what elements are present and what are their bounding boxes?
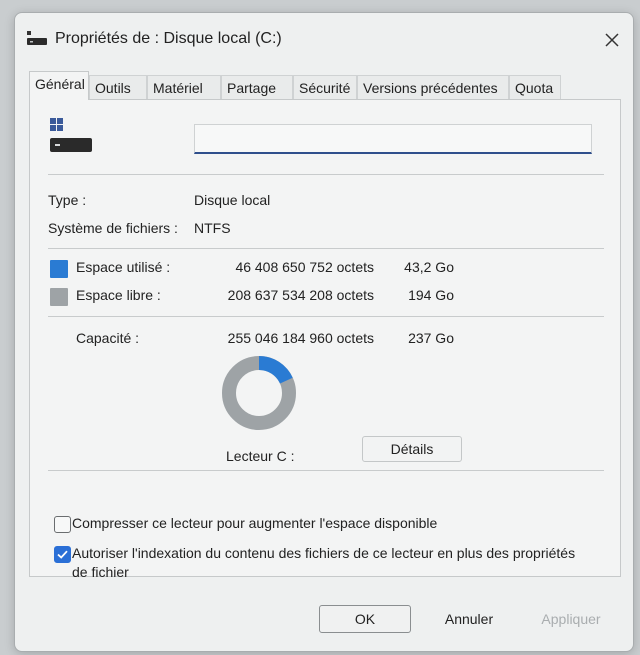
window-title: Propriétés de : Disque local (C:) <box>55 30 282 47</box>
tab-versions-precedentes[interactable]: Versions précédentes <box>357 75 509 99</box>
index-label: Autoriser l'indexation du contenu des fi… <box>72 545 576 580</box>
used-space-label: Espace utilisé : <box>76 259 171 275</box>
divider <box>48 316 604 317</box>
free-space-label: Espace libre : <box>76 287 161 303</box>
filesystem-label: Système de fichiers : <box>48 220 178 236</box>
used-space-bytes: 46 408 650 752 octets <box>235 259 374 275</box>
general-panel: Type : Disque local Système de fichiers … <box>29 99 621 580</box>
drive-icon <box>27 31 47 45</box>
ok-button[interactable]: OK <box>319 605 411 633</box>
drive-name-input[interactable] <box>194 124 592 154</box>
free-space-swatch <box>50 288 68 306</box>
filesystem-value: NTFS <box>194 220 231 236</box>
title-bar: Propriétés de : Disque local (C:) <box>15 13 633 63</box>
drive-letter-label: Lecteur C : <box>226 448 295 464</box>
compress-label: Compresser ce lecteur pour augmenter l'e… <box>72 515 438 531</box>
close-button[interactable] <box>597 25 627 55</box>
index-checkbox[interactable] <box>54 546 71 563</box>
tab-outils[interactable]: Outils <box>89 75 147 99</box>
capacity-bytes: 255 046 184 960 octets <box>227 330 374 346</box>
free-space-bytes: 208 637 534 208 octets <box>227 287 374 303</box>
divider <box>48 174 604 175</box>
tab-quota[interactable]: Quota <box>509 75 561 99</box>
tab-partage[interactable]: Partage <box>221 75 293 99</box>
divider <box>48 470 604 471</box>
free-space-short: 194 Go <box>408 287 454 303</box>
details-button[interactable]: Détails <box>362 436 462 462</box>
type-value: Disque local <box>194 192 271 208</box>
type-label: Type : <box>48 192 87 208</box>
close-icon <box>605 33 619 47</box>
disk-usage-donut <box>222 356 296 430</box>
drive-icon <box>50 118 92 152</box>
tab-materiel[interactable]: Matériel <box>147 75 221 99</box>
properties-dialog: Propriétés de : Disque local (C:) Généra… <box>14 12 634 652</box>
tab-securite[interactable]: Sécurité <box>293 75 357 99</box>
capacity-short: 237 Go <box>408 330 454 346</box>
capacity-label: Capacité : <box>76 330 140 346</box>
divider <box>48 248 604 249</box>
compress-checkbox[interactable] <box>54 516 71 533</box>
used-space-swatch <box>50 260 68 278</box>
apply-button[interactable]: Appliquer <box>525 605 617 633</box>
used-space-short: 43,2 Go <box>404 259 454 275</box>
tab-general[interactable]: Général <box>29 71 89 100</box>
checkmark-icon <box>57 550 68 559</box>
cancel-button[interactable]: Annuler <box>423 605 515 633</box>
